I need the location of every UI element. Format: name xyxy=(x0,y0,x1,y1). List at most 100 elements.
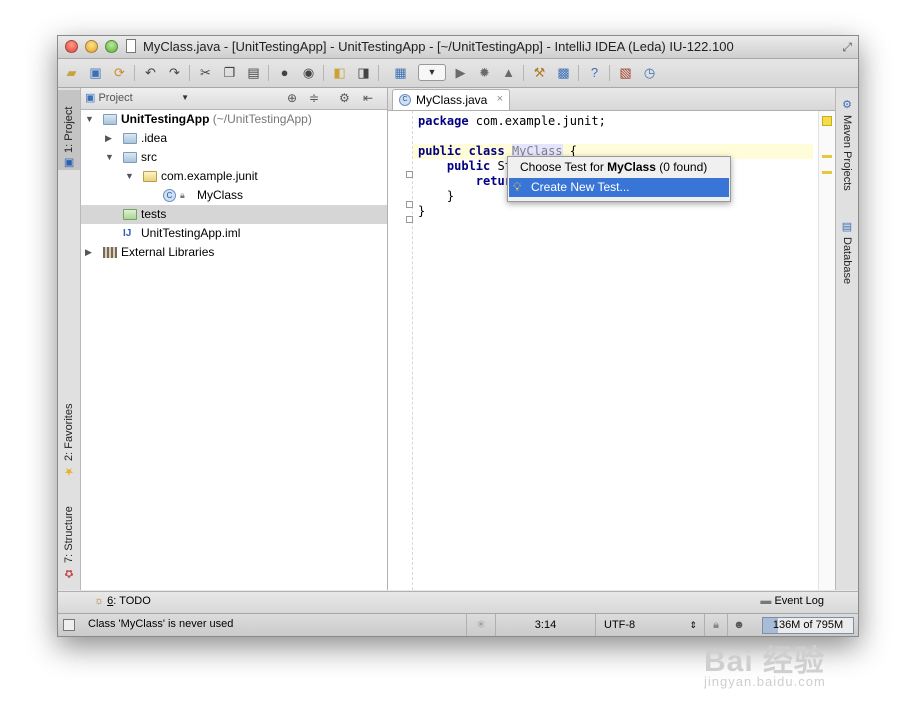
hide-panel-icon[interactable]: ⇤ xyxy=(363,91,373,105)
expanded-arrow-icon[interactable]: ▼ xyxy=(85,110,94,129)
event-log-label: Event Log xyxy=(774,595,824,607)
star-icon: ★ xyxy=(63,465,76,478)
popup-title-suffix: (0 found) xyxy=(656,160,707,174)
library-icon xyxy=(103,247,117,258)
run-configuration-dropdown[interactable]: ▼ xyxy=(418,64,446,81)
tab-event-log[interactable]: ▬ Event Log xyxy=(760,595,824,607)
settings-icon[interactable]: ⚒ xyxy=(531,64,548,81)
expanded-arrow-icon[interactable]: ▼ xyxy=(125,167,134,186)
debug-icon[interactable]: ✹ xyxy=(476,64,493,81)
tree-item-src[interactable]: ▼ src xyxy=(81,148,387,167)
tab-maven-projects[interactable]: ⚙ Maven Projects xyxy=(836,98,858,198)
tree-item-label: com.example.junit xyxy=(161,167,258,186)
fold-marker-icon[interactable] xyxy=(406,201,413,208)
chevron-down-icon: ▼ xyxy=(181,90,189,106)
keyword: public xyxy=(447,159,490,173)
choose-test-popup: Choose Test for MyClass (0 found) 💡︎ Cre… xyxy=(507,156,731,202)
expanded-arrow-icon[interactable]: ▼ xyxy=(105,148,114,167)
tree-item-unittestingapp[interactable]: ▼ UnitTestingApp (~/UnitTestingApp) xyxy=(81,110,387,129)
tab-database[interactable]: ▤ Database xyxy=(836,220,858,300)
synchronize-icon[interactable]: ⟳ xyxy=(111,64,128,81)
gear-icon[interactable]: ⚙ xyxy=(339,91,350,105)
main-toolbar: ▰ ▣ ⟳ ↶ ↷ ✂ ❐ ▤ ● ◉ ◧ ◨ ▦ ▼ ▶ ✹ ▲ ⚒ ▩ ? … xyxy=(58,59,858,88)
toggle-tool-buttons-icon[interactable] xyxy=(63,619,75,631)
project-panel-header: ▣ Project ▼ ⊕ ≑ ⚙ ⇤ xyxy=(81,88,387,110)
test-folder-icon xyxy=(123,209,137,220)
warning-mark[interactable] xyxy=(822,171,832,174)
fold-marker-icon[interactable] xyxy=(406,216,413,223)
code-text-span: } xyxy=(418,204,425,218)
tab-todo[interactable]: ☼ 6: TODO xyxy=(94,595,151,607)
coverage-icon[interactable]: ▲ xyxy=(500,64,517,81)
popup-title-prefix: Choose Test for xyxy=(520,160,607,174)
todo-icon: ☼ xyxy=(94,595,104,607)
save-all-icon[interactable]: ▣ xyxy=(87,64,104,81)
error-stripe xyxy=(818,111,835,590)
cut-icon[interactable]: ✂ xyxy=(197,64,214,81)
replace-icon[interactable]: ◉ xyxy=(300,64,317,81)
maven-icon: ⚙ xyxy=(841,98,854,111)
create-new-test-item[interactable]: 💡︎ Create New Test... xyxy=(509,178,729,197)
memory-indicator[interactable]: 136M of 795M xyxy=(762,617,854,634)
tree-item-tests[interactable]: tests xyxy=(81,205,387,224)
toolbar-separator xyxy=(578,65,579,81)
code-text-span: com.example.junit; xyxy=(469,114,606,128)
code-line-7: } xyxy=(418,204,425,219)
tree-item-package[interactable]: ▼ com.example.junit xyxy=(81,167,387,186)
tab-project[interactable]: ▣ 1: Project xyxy=(58,90,80,170)
fold-marker-icon[interactable] xyxy=(406,171,413,178)
collapsed-arrow-icon[interactable]: ▶ xyxy=(85,243,92,262)
minimize-window-button[interactable] xyxy=(85,40,98,53)
open-folder-icon[interactable]: ▰ xyxy=(63,64,80,81)
event-log-icon: ▬ xyxy=(760,595,771,607)
project-structure-icon[interactable]: ▩ xyxy=(555,64,572,81)
tree-item-label: UnitTestingApp.iml xyxy=(141,224,240,243)
tab-database-label: Database xyxy=(841,237,853,284)
back-navigation-icon[interactable]: ◧ xyxy=(331,64,348,81)
memory-label: 136M of 795M xyxy=(773,619,843,631)
source-folder-icon xyxy=(123,152,137,163)
fullscreen-icon[interactable]: ⤢ xyxy=(842,40,852,55)
warning-status-icon[interactable] xyxy=(822,116,832,126)
find-icon[interactable]: ● xyxy=(276,64,293,81)
local-history-icon[interactable]: ◷ xyxy=(641,64,658,81)
run-icon[interactable]: ▶ xyxy=(452,64,469,81)
close-window-button[interactable] xyxy=(65,40,78,53)
title-bar: MyClass.java - [UnitTestingApp] - UnitTe… xyxy=(58,36,858,59)
window-title: MyClass.java - [UnitTestingApp] - UnitTe… xyxy=(143,39,734,54)
caret-position[interactable]: 3:14 xyxy=(495,614,595,637)
ide-window: MyClass.java - [UnitTestingApp] - UnitTe… xyxy=(57,35,859,637)
tab-structure[interactable]: ✿ 7: Structure xyxy=(58,488,80,580)
tree-item-iml[interactable]: IJ UnitTestingApp.iml xyxy=(81,224,387,243)
project-view-combo[interactable]: ▣ Project ▼ xyxy=(85,90,189,106)
copy-icon[interactable]: ❐ xyxy=(221,64,238,81)
forward-navigation-icon[interactable]: ◨ xyxy=(355,64,372,81)
redo-icon[interactable]: ↷ xyxy=(166,64,183,81)
scroll-from-source-icon[interactable]: ⊕ xyxy=(287,91,297,105)
tree-item-myclass[interactable]: C 🔒︎ MyClass xyxy=(81,186,387,205)
collapse-all-icon[interactable]: ≑ xyxy=(309,91,319,105)
collapsed-arrow-icon[interactable]: ▶ xyxy=(105,129,112,148)
tree-item-idea[interactable]: ▶ .idea xyxy=(81,129,387,148)
zoom-window-button[interactable] xyxy=(105,40,118,53)
background-tasks-icon[interactable]: ✳ xyxy=(466,614,495,637)
tree-item-label: MyClass xyxy=(197,186,243,205)
class-icon: C xyxy=(399,94,411,106)
undo-icon[interactable]: ↶ xyxy=(142,64,159,81)
tab-myclass-java[interactable]: C MyClass.java × xyxy=(392,89,510,110)
make-project-icon[interactable]: ▦ xyxy=(392,64,409,81)
encoding-selector[interactable]: UTF-8 ⇕ xyxy=(595,614,703,637)
tree-item-label: tests xyxy=(141,205,166,224)
warning-mark[interactable] xyxy=(822,155,832,158)
inspector-icon[interactable]: ☻ xyxy=(727,614,750,637)
code-text-span: } xyxy=(447,189,454,203)
status-bar: Class 'MyClass' is never used ✳ 3:14 UTF… xyxy=(58,613,858,637)
close-icon[interactable]: × xyxy=(497,93,503,105)
paste-icon[interactable]: ▤ xyxy=(245,64,262,81)
tab-favorites[interactable]: ★ 2: Favorites xyxy=(58,388,80,478)
tree-item-external-libraries[interactable]: ▶ External Libraries xyxy=(81,243,387,262)
tab-project-label: 1: Project xyxy=(63,107,75,153)
lock-icon[interactable]: 🔒︎ xyxy=(704,614,727,637)
help-icon[interactable]: ? xyxy=(586,64,603,81)
database-console-icon[interactable]: ▧ xyxy=(617,64,634,81)
